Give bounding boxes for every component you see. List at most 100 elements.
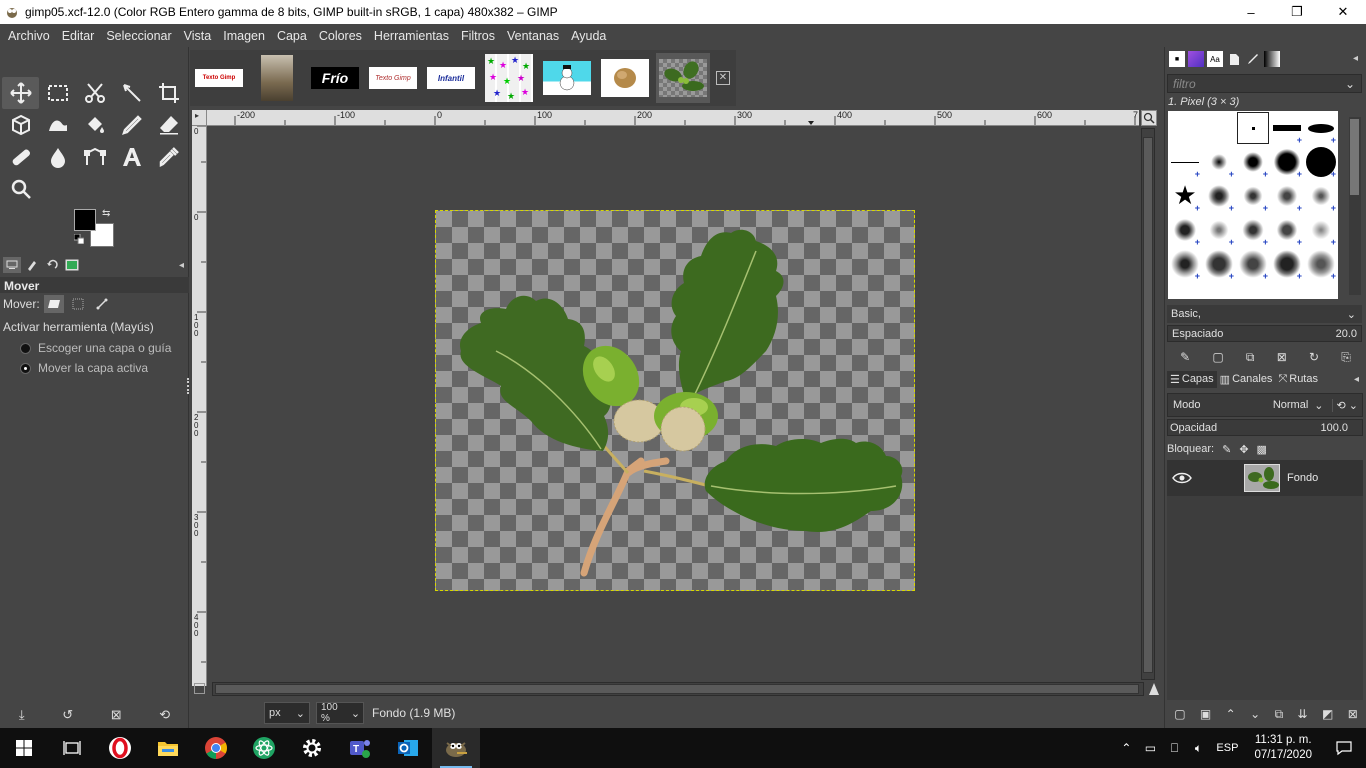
vertical-scrollbar[interactable] bbox=[1141, 128, 1155, 680]
layer-mask-icon[interactable]: ◩ bbox=[1322, 707, 1333, 721]
delete-brush-icon[interactable]: ⊠ bbox=[1277, 350, 1287, 364]
tab-capas[interactable]: ☰ Capas bbox=[1167, 370, 1217, 388]
configure-tab-icon[interactable]: ◂ bbox=[179, 260, 184, 271]
image-tab[interactable] bbox=[250, 53, 304, 103]
images-tab[interactable] bbox=[63, 257, 81, 273]
brushes-tab[interactable]: ■ bbox=[1169, 51, 1185, 67]
brush-grid[interactable]: + + + + + + + ★ + + + + + + + + + + + + +… bbox=[1168, 111, 1338, 299]
tab-canales[interactable]: ▥ Canales bbox=[1217, 371, 1276, 388]
taskbar-app[interactable]: T bbox=[336, 728, 384, 768]
close-button[interactable]: ✕ bbox=[1320, 0, 1366, 24]
brush-item[interactable]: + bbox=[1236, 179, 1270, 213]
unified-transform-tool[interactable] bbox=[2, 109, 39, 141]
lock-position-icon[interactable]: ✥ bbox=[1239, 443, 1248, 456]
patterns-tab[interactable] bbox=[1188, 51, 1204, 67]
reset-colors-icon[interactable] bbox=[74, 234, 84, 244]
paths-tool[interactable] bbox=[76, 141, 113, 173]
tool-options-tab[interactable] bbox=[3, 257, 21, 273]
scissors-tool[interactable] bbox=[76, 77, 113, 109]
bucket-fill-tool[interactable] bbox=[76, 109, 113, 141]
spacing-spinner[interactable]: Espaciado 20.0 bbox=[1167, 325, 1362, 342]
unit-selector[interactable]: px ⌄ bbox=[264, 702, 310, 724]
rect-select-tool[interactable] bbox=[39, 77, 76, 109]
taskbar-app-gimp[interactable] bbox=[432, 728, 480, 768]
maximize-button[interactable]: ❐ bbox=[1274, 0, 1320, 24]
brush-item[interactable]: ★ + bbox=[1168, 179, 1202, 213]
move-path-mode-button[interactable] bbox=[92, 295, 112, 313]
warp-tool[interactable] bbox=[39, 109, 76, 141]
lower-layer-icon[interactable]: ⌄ bbox=[1250, 707, 1260, 721]
brush-item-selected[interactable] bbox=[1236, 111, 1270, 145]
duplicate-brush-icon[interactable]: ⧉ bbox=[1246, 350, 1255, 365]
opacity-spinner[interactable]: Opacidad 100.0 bbox=[1167, 419, 1363, 436]
brush-item[interactable] bbox=[1202, 111, 1236, 145]
eraser-tool[interactable] bbox=[150, 109, 187, 141]
restore-options-icon[interactable]: ↺ bbox=[62, 707, 73, 723]
image-tab-active[interactable] bbox=[656, 53, 710, 103]
brush-item[interactable]: + bbox=[1202, 179, 1236, 213]
layer-row[interactable]: Fondo bbox=[1167, 460, 1363, 496]
swap-colors-icon[interactable]: ⇆ bbox=[102, 208, 110, 219]
layer-mode-selector[interactable]: Modo Normal ⌄ ⟲ ⌄ bbox=[1167, 393, 1363, 417]
brush-item[interactable]: + bbox=[1236, 247, 1270, 281]
brush-tag-selector[interactable]: Basic, ⌄ bbox=[1167, 305, 1362, 323]
brush-scrollbar[interactable] bbox=[1349, 117, 1361, 295]
taskbar-app[interactable] bbox=[384, 728, 432, 768]
image-tab[interactable]: Texto Gimp bbox=[192, 53, 246, 103]
menu-ayuda[interactable]: Ayuda bbox=[565, 29, 612, 43]
new-layer-icon[interactable]: ▢ bbox=[1174, 707, 1185, 721]
gradients-tab[interactable] bbox=[1264, 51, 1280, 67]
brush-item[interactable]: + bbox=[1270, 247, 1304, 281]
brush-item[interactable]: + bbox=[1270, 179, 1304, 213]
image-tab[interactable]: ★ ★ ★ ★ ★ ★ ★ ★ ★ ★ bbox=[482, 53, 536, 103]
mode-group-switch-icon[interactable]: ⟲ ⌄ bbox=[1331, 398, 1363, 412]
brush-item[interactable]: + bbox=[1202, 145, 1236, 179]
pencil-tool[interactable] bbox=[113, 109, 150, 141]
task-view-button[interactable] bbox=[48, 728, 96, 768]
network-icon[interactable]: ⎕ bbox=[1162, 741, 1186, 756]
close-image-tab-icon[interactable]: ✕ bbox=[716, 71, 730, 85]
quick-mask-toggle[interactable] bbox=[194, 683, 205, 694]
brush-item[interactable]: + bbox=[1304, 145, 1338, 179]
fonts-tab[interactable]: Aa bbox=[1207, 51, 1223, 67]
language-indicator[interactable]: ESP bbox=[1210, 742, 1244, 754]
scrollbar-thumb[interactable] bbox=[1143, 137, 1153, 673]
minimize-button[interactable]: – bbox=[1228, 0, 1274, 24]
brush-item[interactable]: + bbox=[1304, 247, 1338, 281]
configure-tab-icon[interactable]: ◂ bbox=[1353, 53, 1358, 64]
scrollbar-thumb[interactable] bbox=[215, 684, 1139, 694]
taskbar-app[interactable] bbox=[240, 728, 288, 768]
edit-brush-icon[interactable]: ✎ bbox=[1180, 350, 1190, 364]
start-button[interactable] bbox=[0, 728, 48, 768]
image-tab[interactable]: Frío bbox=[308, 53, 362, 103]
vertical-ruler[interactable]: 0 0 100 200 300 400 bbox=[192, 126, 207, 686]
brush-item[interactable]: + bbox=[1168, 247, 1202, 281]
heal-tool[interactable] bbox=[2, 141, 39, 173]
refresh-brushes-icon[interactable]: ↻ bbox=[1309, 350, 1319, 364]
menu-archivo[interactable]: Archivo bbox=[2, 29, 56, 43]
visibility-eye-icon[interactable] bbox=[1170, 460, 1194, 496]
fuzzy-select-tool[interactable] bbox=[113, 77, 150, 109]
scrollbar-thumb[interactable] bbox=[1350, 119, 1359, 195]
brush-item[interactable]: + bbox=[1236, 145, 1270, 179]
lock-pixels-icon[interactable]: ✎ bbox=[1222, 443, 1231, 456]
brush-item[interactable]: + bbox=[1270, 111, 1304, 145]
crop-tool[interactable] bbox=[150, 77, 187, 109]
delete-options-icon[interactable]: ⊠ bbox=[111, 707, 122, 723]
move-selection-mode-button[interactable] bbox=[68, 295, 88, 313]
horizontal-scrollbar[interactable] bbox=[212, 682, 1144, 696]
radio-pick-layer[interactable]: Escoger una capa o guía bbox=[0, 338, 189, 358]
reset-options-icon[interactable]: ⟲ bbox=[159, 707, 170, 723]
zoom-tool[interactable] bbox=[2, 173, 39, 205]
brush-item[interactable]: + bbox=[1168, 213, 1202, 247]
tab-rutas[interactable]: ⤧ Rutas bbox=[1275, 371, 1321, 388]
dock-resize-handle[interactable] bbox=[187, 378, 190, 394]
brush-item[interactable]: + bbox=[1304, 213, 1338, 247]
blur-tool[interactable] bbox=[39, 141, 76, 173]
new-layer-group-icon[interactable]: ▣ bbox=[1200, 707, 1211, 721]
navigate-icon[interactable] bbox=[1148, 682, 1160, 696]
delete-layer-icon[interactable]: ⊠ bbox=[1348, 707, 1358, 721]
configure-tab-icon[interactable]: ◂ bbox=[1354, 374, 1359, 385]
taskbar-app[interactable] bbox=[192, 728, 240, 768]
clock[interactable]: 11:31 p. m. 07/17/2020 bbox=[1244, 733, 1322, 763]
